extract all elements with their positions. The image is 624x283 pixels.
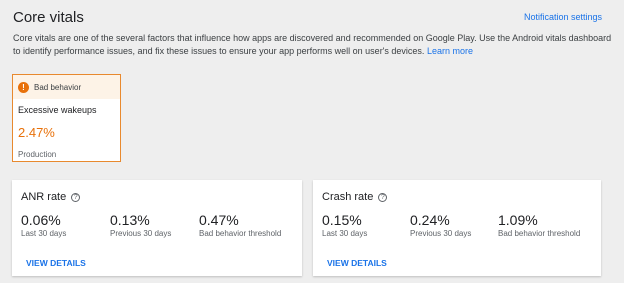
anr-stat-last-30: 0.06% Last 30 days <box>21 212 66 238</box>
crash-view-details-button[interactable]: VIEW DETAILS <box>327 258 387 268</box>
help-icon[interactable]: ? <box>378 192 388 202</box>
crash-stat-last-30: 0.15% Last 30 days <box>322 212 367 238</box>
anr-card-title: ANR rate ? <box>21 191 81 203</box>
bad-behavior-track: Production <box>18 150 57 159</box>
stat-value: 0.47% <box>199 212 239 228</box>
bad-behavior-card[interactable]: ! Bad behavior Excessive wakeups 2.47% P… <box>12 74 121 162</box>
bad-behavior-badge: Bad behavior <box>34 82 82 92</box>
anr-view-details-button[interactable]: VIEW DETAILS <box>26 258 86 268</box>
anr-stat-previous-30: 0.13% Previous 30 days <box>110 212 171 238</box>
anr-rate-card: ANR rate ? 0.06% Last 30 days 0.13% Prev… <box>12 180 302 276</box>
description-text: Core vitals are one of the several facto… <box>13 33 612 56</box>
stat-label: Previous 30 days <box>110 229 172 238</box>
crash-card-title-text: Crash rate <box>322 191 374 203</box>
stat-label: Last 30 days <box>322 229 368 238</box>
stat-label: Previous 30 days <box>410 229 472 238</box>
anr-card-title-text: ANR rate <box>21 191 67 203</box>
stat-value: 1.09% <box>498 212 538 228</box>
bad-behavior-value: 2.47% <box>18 125 55 140</box>
notification-settings-link[interactable]: Notification settings <box>524 12 602 22</box>
anr-stat-threshold: 0.47% Bad behavior threshold <box>199 212 281 238</box>
stat-value: 0.15% <box>322 212 362 228</box>
help-icon[interactable]: ? <box>71 192 81 202</box>
stat-label: Bad behavior threshold <box>199 229 282 238</box>
stat-label: Bad behavior threshold <box>498 229 581 238</box>
crash-stat-threshold: 1.09% Bad behavior threshold <box>498 212 580 238</box>
crash-stat-previous-30: 0.24% Previous 30 days <box>410 212 471 238</box>
stat-value: 0.13% <box>110 212 150 228</box>
description: Core vitals are one of the several facto… <box>13 32 613 58</box>
stat-value: 0.06% <box>21 212 61 228</box>
warning-icon: ! <box>18 81 29 93</box>
stat-label: Last 30 days <box>21 229 67 238</box>
crash-card-title: Crash rate ? <box>322 191 388 203</box>
page-title: Core vitals <box>13 9 84 26</box>
learn-more-link[interactable]: Learn more <box>427 46 473 56</box>
bad-behavior-metric: Excessive wakeups <box>18 105 97 115</box>
crash-rate-card: Crash rate ? 0.15% Last 30 days 0.24% Pr… <box>313 180 601 276</box>
bad-behavior-header: ! Bad behavior <box>13 75 120 99</box>
stat-value: 0.24% <box>410 212 450 228</box>
